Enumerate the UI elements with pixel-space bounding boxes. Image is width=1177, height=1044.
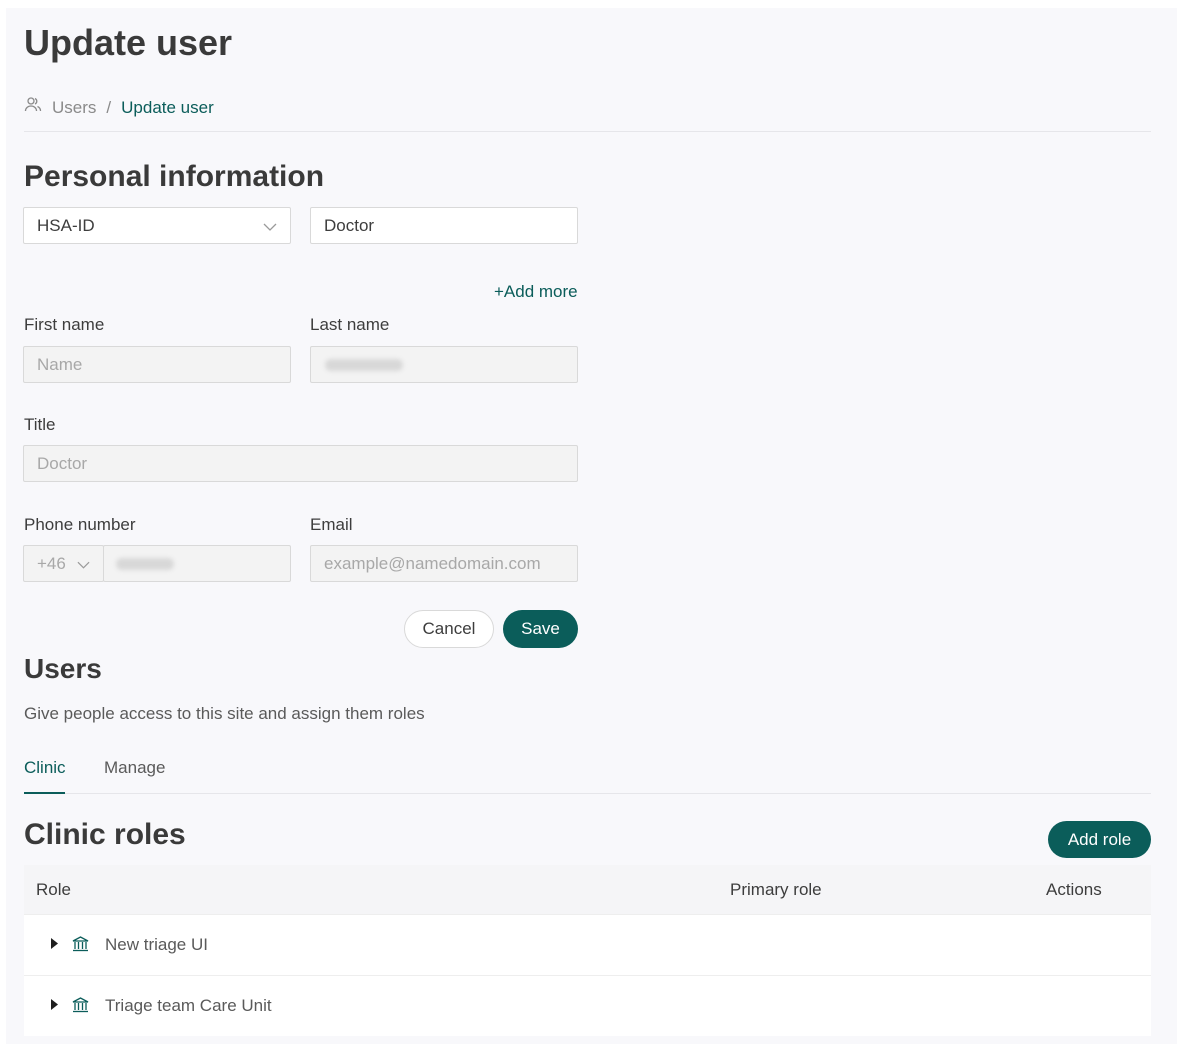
- institution-icon: [72, 936, 89, 957]
- table-row[interactable]: Triage team Care Unit: [24, 975, 1151, 1036]
- phone-label: Phone number: [24, 515, 136, 534]
- tabs-divider: [24, 793, 1151, 794]
- first-name-label: First name: [24, 315, 105, 334]
- first-name-input[interactable]: Name: [23, 346, 291, 383]
- add-role-button[interactable]: Add role: [1048, 821, 1151, 858]
- cancel-button[interactable]: Cancel: [404, 610, 494, 648]
- users-heading: Users: [24, 653, 102, 684]
- phone-number-input[interactable]: [103, 545, 291, 582]
- redacted-value: [325, 359, 403, 371]
- active-tab-indicator: [24, 792, 65, 794]
- table-header: Role Primary role Actions: [24, 865, 1151, 914]
- id-value-input[interactable]: Doctor: [310, 207, 578, 244]
- users-icon: [24, 96, 42, 119]
- breadcrumb-users-link[interactable]: Users: [52, 98, 96, 118]
- first-name-placeholder: Name: [37, 354, 83, 374]
- id-type-value: HSA-ID: [37, 215, 95, 235]
- column-role: Role: [36, 880, 71, 899]
- tab-manage[interactable]: Manage: [104, 758, 165, 778]
- last-name-label: Last name: [310, 315, 390, 334]
- clinic-roles-heading: Clinic roles: [24, 818, 186, 851]
- chevron-down-icon: [263, 216, 277, 236]
- page-title: Update user: [24, 22, 233, 63]
- chevron-down-icon: [77, 554, 90, 574]
- id-type-select[interactable]: HSA-ID: [23, 207, 291, 244]
- country-code-value: +46: [37, 553, 66, 573]
- breadcrumb-current: Update user: [121, 97, 214, 117]
- caret-right-icon[interactable]: [50, 935, 59, 955]
- tab-clinic[interactable]: Clinic: [24, 758, 66, 778]
- save-button[interactable]: Save: [503, 610, 578, 648]
- users-description: Give people access to this site and assi…: [24, 704, 425, 723]
- table-row[interactable]: New triage UI: [24, 914, 1151, 975]
- column-actions: Actions: [1046, 880, 1102, 899]
- institution-icon: [72, 997, 89, 1018]
- column-primary-role: Primary role: [730, 880, 822, 899]
- add-more-link[interactable]: +Add more: [494, 282, 578, 302]
- id-value-text: Doctor: [324, 215, 375, 235]
- role-name: Triage team Care Unit: [105, 996, 272, 1015]
- last-name-input[interactable]: [310, 346, 578, 383]
- email-placeholder: example@namedomain.com: [324, 553, 541, 573]
- email-input[interactable]: example@namedomain.com: [310, 545, 578, 582]
- title-placeholder: Doctor: [37, 453, 88, 473]
- clinic-roles-table: Role Primary role Actions New triage UI: [24, 865, 1151, 1036]
- breadcrumb-separator: /: [106, 97, 112, 117]
- redacted-value: [116, 558, 174, 570]
- country-code-select[interactable]: +46: [23, 545, 104, 582]
- divider: [24, 131, 1151, 132]
- title-label: Title: [24, 415, 56, 434]
- breadcrumb: Users / Update user: [24, 96, 214, 119]
- personal-info-heading: Personal information: [24, 160, 325, 193]
- email-label: Email: [310, 515, 353, 534]
- title-input[interactable]: Doctor: [23, 445, 578, 482]
- page: Update user Users / Update user Personal…: [6, 8, 1177, 1044]
- role-name: New triage UI: [105, 935, 208, 954]
- caret-right-icon[interactable]: [50, 996, 59, 1016]
